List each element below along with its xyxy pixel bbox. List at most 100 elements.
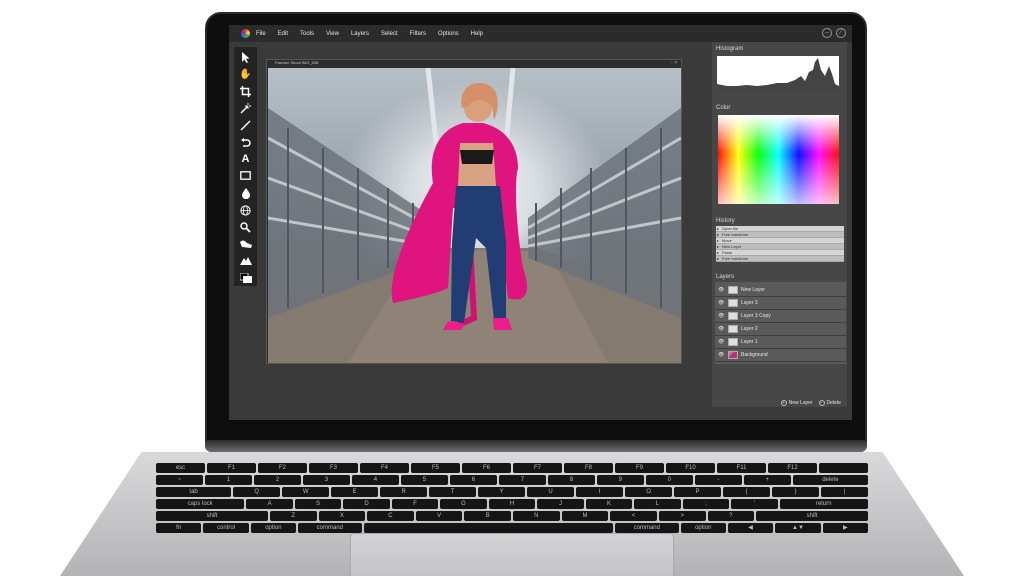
key: ▲▼ — [775, 523, 821, 533]
menu-file[interactable]: File — [256, 31, 266, 37]
photo-artwork — [268, 68, 681, 363]
key: J — [537, 499, 584, 509]
key: Q — [233, 487, 281, 497]
crop-icon[interactable] — [237, 84, 255, 99]
histogram-title: Histogram — [716, 46, 744, 52]
history-item-label: Free transform — [722, 256, 749, 261]
smudge-icon[interactable] — [237, 237, 255, 252]
layer-row[interactable]: 👁 Layer 3 Copy — [715, 310, 846, 323]
layer-row[interactable]: 👁 New Layer — [715, 284, 846, 297]
key: L — [634, 499, 681, 509]
eye-icon[interactable]: 👁 — [718, 313, 726, 319]
key: < — [610, 511, 657, 521]
drop-icon[interactable] — [237, 186, 255, 201]
menu-layers[interactable]: Layers — [351, 31, 369, 37]
layer-name: Layer 2 — [741, 326, 758, 332]
type-icon[interactable]: A — [237, 152, 255, 167]
key: A — [246, 499, 293, 509]
history-item-label: Move — [722, 238, 732, 243]
history-item-label: New Layer — [722, 244, 742, 249]
new-layer-label: New Layer — [788, 400, 813, 406]
eye-icon[interactable]: 👁 — [718, 326, 726, 332]
hand-icon[interactable]: ✋ — [237, 67, 255, 82]
key: G — [440, 499, 487, 509]
spacebar — [363, 523, 614, 533]
right-panels: Histogram Color History ▸ Open file ▸ Free… — [712, 42, 847, 407]
key: tab — [156, 487, 232, 497]
layer-row[interactable]: 👁 Layer 1 — [715, 336, 846, 349]
key: option — [250, 523, 297, 533]
line-icon[interactable] — [237, 118, 255, 133]
magic-wand-icon[interactable] — [237, 101, 255, 116]
layer-thumbnail — [728, 325, 738, 333]
key: F6 — [462, 463, 511, 473]
mountains-icon[interactable] — [237, 254, 255, 269]
layer-row[interactable]: 👁 Layer 2 — [715, 323, 846, 336]
new-layer-button[interactable]: + New Layer — [780, 400, 813, 406]
key: I — [576, 487, 624, 497]
scene: File Edit Tools View Layers Select Filte… — [0, 0, 1024, 576]
document-title: Fashion Shoot IMG_008 — [275, 60, 319, 65]
laptop-hinge — [205, 440, 867, 452]
key: esc — [156, 463, 205, 473]
delete-label: Delete — [826, 400, 841, 406]
key: } — [772, 487, 819, 497]
eye-icon[interactable]: 👁 — [718, 352, 726, 358]
layer-thumbnail — [728, 338, 738, 346]
key: fn — [156, 523, 202, 533]
history-item[interactable]: ▸ Free transform — [716, 256, 844, 262]
layer-row[interactable]: 👁 Background — [715, 349, 846, 362]
color-swatch-icon[interactable] — [237, 271, 255, 286]
key: F10 — [666, 463, 715, 473]
key: V — [415, 511, 463, 521]
layer-name: Layer 1 — [741, 339, 758, 345]
layer-name: New Layer — [741, 287, 765, 293]
history-title: History — [716, 218, 735, 224]
history-item-label: Paste — [722, 250, 733, 255]
eye-icon[interactable]: 👁 — [718, 300, 726, 306]
menu-help[interactable]: Help — [471, 31, 483, 37]
minimize-icon[interactable]: – — [822, 28, 832, 38]
select-arrow-icon[interactable] — [237, 50, 255, 65]
delete-layer-button[interactable]: – Delete — [818, 400, 841, 406]
key: F2 — [258, 463, 307, 473]
keyboard: esc F1 F2 F3 F4 F5 F6 F7 F8 F9 F10 F11 F12 ~1 2 3 4 5 6 7 8… — [150, 463, 874, 533]
key: M — [561, 511, 609, 521]
menu-tools[interactable]: Tools — [300, 31, 314, 37]
key: C — [367, 511, 414, 521]
layer-actions: + New Layer – Delete — [780, 400, 841, 406]
tool-palette: ✋ A — [234, 47, 257, 286]
key: U — [527, 487, 575, 497]
key: F9 — [615, 463, 664, 473]
eye-icon[interactable]: 👁 — [718, 339, 726, 345]
menu-edit[interactable]: Edit — [278, 31, 288, 37]
menu-select[interactable]: Select — [381, 31, 398, 37]
rectangle-icon[interactable] — [237, 169, 255, 184]
key: 4 — [351, 475, 399, 485]
document-window-controls[interactable]: ▫ ✕ — [671, 60, 678, 66]
close-icon[interactable]: ⁄ — [836, 28, 846, 38]
zoom-icon[interactable] — [237, 220, 255, 235]
globe-icon[interactable] — [237, 203, 255, 218]
document-canvas-photo[interactable] — [268, 68, 681, 363]
document-window[interactable]: Fashion Shoot IMG_008 ▫ ✕ — [266, 59, 682, 364]
key: command — [298, 523, 362, 533]
app-logo-icon[interactable] — [241, 29, 250, 38]
menu-bar: File Edit Tools View Layers Select Filte… — [229, 25, 852, 42]
eye-icon[interactable]: 👁 — [718, 287, 726, 293]
color-spectrum-picker[interactable] — [718, 115, 839, 204]
layer-thumbnail — [728, 351, 738, 359]
key: E — [331, 487, 379, 497]
layer-thumbnail — [728, 286, 738, 294]
key: 1 — [204, 475, 252, 485]
menu-filters[interactable]: Filters — [410, 31, 426, 37]
menu-options[interactable]: Options — [438, 31, 459, 37]
layer-row[interactable]: 👁 Layer 3 — [715, 297, 846, 310]
key: N — [513, 511, 560, 521]
minus-icon: – — [818, 400, 825, 406]
key: { — [723, 487, 770, 497]
keyboard-row: tab Q W E R T Y U I O P{} | — [156, 487, 868, 497]
undo-icon[interactable] — [237, 135, 255, 150]
menu-view[interactable]: View — [326, 31, 339, 37]
keyboard-row: ~1 2 3 4 5 6 7 8 9 0- + delete — [156, 475, 868, 485]
